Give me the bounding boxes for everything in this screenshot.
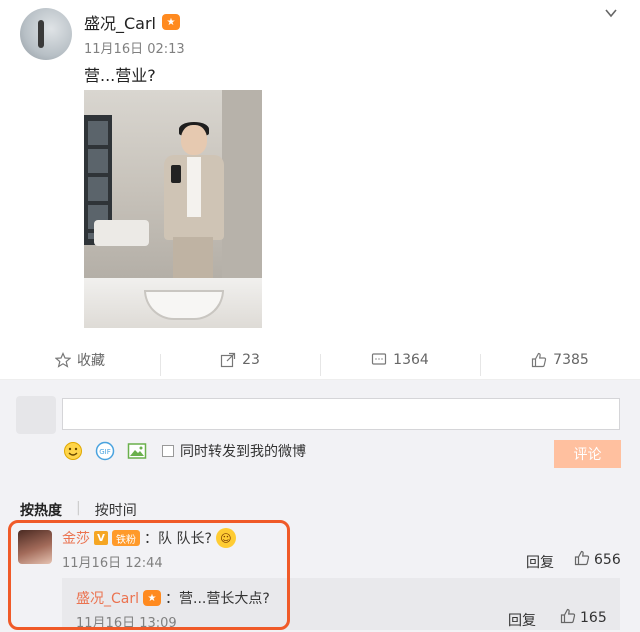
tab-sort-by-time[interactable]: 按时间 (95, 500, 137, 520)
comment-count: 1364 (393, 351, 429, 368)
repost-option-label: 同时转发到我的微博 (180, 444, 306, 460)
thumbs-up-icon (560, 608, 576, 628)
image-icon[interactable] (126, 440, 148, 462)
reply-reply-button[interactable]: 回复 (508, 610, 536, 630)
vip-badge-icon: ★ (162, 14, 181, 30)
comment-input[interactable] (62, 398, 620, 430)
favorite-label: 收藏 (77, 352, 105, 369)
post-text: 营...营业? (84, 66, 156, 85)
chevron-down-icon[interactable] (604, 6, 618, 20)
post-timestamp[interactable]: 11月16日 02:13 (84, 38, 185, 57)
thumbs-up-icon (574, 550, 590, 570)
composer-toolbar: GIF 同时转发到我的微博 (62, 440, 306, 462)
submit-comment-button[interactable]: 评论 (554, 440, 621, 468)
emoji-icon[interactable] (62, 440, 84, 462)
comment-icon (372, 352, 387, 365)
comment-sort-tabs: 按热度 | 按时间 (20, 500, 137, 520)
repost-checkbox[interactable] (162, 445, 174, 457)
post-photo[interactable] (84, 90, 262, 328)
comment-like-button[interactable]: 656 (574, 550, 621, 570)
highlight-frame (8, 520, 290, 630)
tab-sort-by-hot[interactable]: 按热度 (20, 500, 62, 520)
comment-reply-button[interactable]: 回复 (526, 552, 554, 572)
share-icon (220, 352, 236, 367)
comment-button[interactable]: 1364 (320, 351, 480, 376)
author-name[interactable]: 盛况_Carl (84, 10, 156, 34)
post-action-bar: 收藏 23 1364 7385 (0, 340, 640, 380)
gif-icon[interactable]: GIF (94, 440, 116, 462)
comment-like-count: 656 (594, 552, 621, 568)
svg-text:GIF: GIF (99, 448, 111, 456)
reply-like-button[interactable]: 165 (560, 608, 607, 628)
like-count: 7385 (553, 351, 589, 368)
thumbs-up-icon (532, 352, 547, 367)
repost-button[interactable]: 23 (160, 351, 320, 376)
like-button[interactable]: 7385 (480, 351, 640, 376)
repost-count: 23 (242, 351, 260, 368)
current-user-avatar (16, 396, 56, 434)
reply-like-count: 165 (580, 610, 607, 626)
tab-divider: | (76, 500, 81, 516)
weibo-post: 盛况_Carl ★ 11月16日 02:13 营...营业? (0, 0, 640, 340)
author-avatar[interactable] (20, 8, 72, 60)
favorite-button[interactable]: 收藏 (0, 350, 160, 370)
repost-option[interactable]: 同时转发到我的微博 (162, 441, 306, 461)
author-name-row: 盛况_Carl ★ (84, 10, 181, 34)
star-icon (55, 351, 71, 368)
